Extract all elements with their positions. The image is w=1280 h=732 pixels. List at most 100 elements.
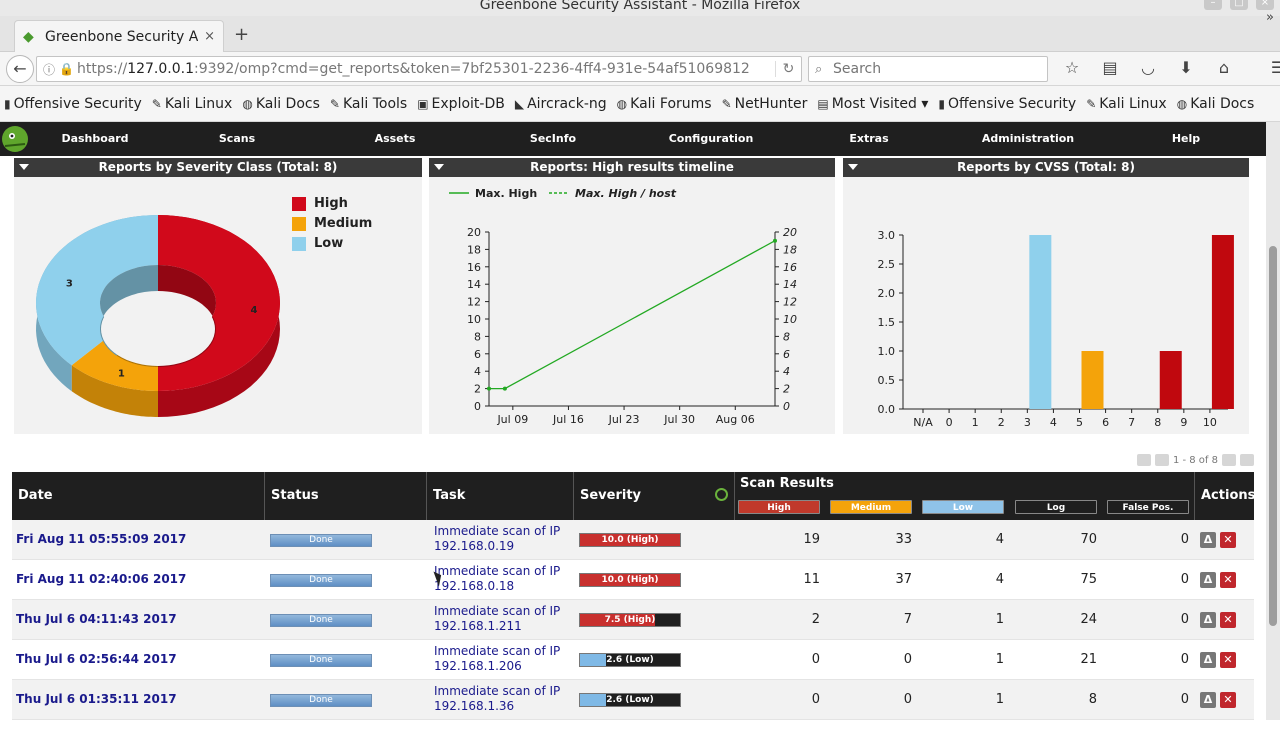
search-bar[interactable]: ⌕ <box>808 56 1048 82</box>
x-tick-label: 0 <box>946 416 953 429</box>
page-scrollbar[interactable] <box>1266 122 1280 720</box>
maximize-icon[interactable]: □ <box>1230 0 1248 10</box>
bookmarks-overflow-icon[interactable]: » <box>1266 10 1274 25</box>
reading-list-icon[interactable]: ▤ <box>1098 58 1122 77</box>
refresh-icon[interactable] <box>715 488 728 501</box>
status-bar: Done <box>270 574 372 587</box>
y-tick-label: 1.5 <box>878 316 896 329</box>
task-link[interactable]: Immediate scan of IP 192.168.1.206 <box>434 644 560 674</box>
collapse-triangle-icon[interactable] <box>19 164 29 170</box>
delete-icon[interactable]: ✕ <box>1220 572 1236 588</box>
delta-icon[interactable]: Δ <box>1200 612 1216 628</box>
y-tick-label: 2.5 <box>878 258 896 271</box>
delete-icon[interactable]: ✕ <box>1220 532 1236 548</box>
bookmark-item[interactable]: ▣ Exploit-DB <box>417 96 505 112</box>
y-tick-label-right: 20 <box>783 226 797 239</box>
scan-result-col-medium[interactable]: Medium <box>830 500 912 514</box>
collapse-triangle-icon[interactable] <box>848 164 858 170</box>
task-link[interactable]: Immediate scan of IP 192.168.0.18 <box>434 564 560 594</box>
column-severity[interactable]: Severity <box>574 472 735 520</box>
bar-cvss-5[interactable] <box>1081 351 1104 409</box>
delta-icon[interactable]: Δ <box>1200 572 1216 588</box>
bar-cvss-3[interactable] <box>1029 235 1052 409</box>
menu-item-administration[interactable]: Administration <box>968 132 1088 145</box>
scan-result-col-high[interactable]: High <box>738 500 820 514</box>
menu-item-help[interactable]: Help <box>1126 132 1246 145</box>
bookmark-item[interactable]: ▮ Offensive Security <box>4 96 142 112</box>
bookmark-item[interactable]: ✎ Kali Linux <box>152 96 233 112</box>
scan-result-col-log[interactable]: Log <box>1015 500 1097 514</box>
minimize-icon[interactable]: – <box>1204 0 1222 10</box>
bookmark-item[interactable]: ▤ Most Visited ▾ <box>817 96 928 112</box>
bookmark-item[interactable]: ✎ Kali Linux <box>1086 96 1167 112</box>
greenbone-favicon-icon: ◆ <box>23 28 34 45</box>
scrollbar-thumb[interactable] <box>1269 246 1277 626</box>
bookmark-label: NetHunter <box>734 95 808 112</box>
timeline-panel: Reports: High results timeline Max. High… <box>429 158 835 434</box>
info-icon[interactable]: ⓘ <box>43 61 59 78</box>
tab-close-icon[interactable]: × <box>204 29 215 44</box>
back-arrow-icon[interactable]: ← <box>6 55 34 83</box>
scan-result-col-false-pos-[interactable]: False Pos. <box>1107 500 1189 514</box>
menu-item-secinfo[interactable]: SecInfo <box>493 132 613 145</box>
y-tick-label: 2.0 <box>878 287 896 300</box>
bookmark-label: Offensive Security <box>948 95 1077 112</box>
bookmark-item[interactable]: ◍ Kali Forums <box>617 96 712 112</box>
bookmark-item[interactable]: ▮ Offensive Security <box>938 96 1076 112</box>
column-task[interactable]: Task <box>427 472 574 520</box>
column-status[interactable]: Status <box>265 472 427 520</box>
bookmark-label: Most Visited ▾ <box>831 95 929 112</box>
task-link[interactable]: Immediate scan of IP 192.168.1.211 <box>434 604 560 634</box>
menu-item-extras[interactable]: Extras <box>809 132 929 145</box>
url-bar[interactable]: ⓘ 🔒 https://127.0.0.1:9392/omp?cmd=get_r… <box>36 56 802 82</box>
menu-item-assets[interactable]: Assets <box>335 132 455 145</box>
previous-page-icon[interactable] <box>1154 454 1169 466</box>
menu-hamburger-icon[interactable]: ☰ <box>1266 58 1280 77</box>
last-page-icon[interactable] <box>1240 454 1254 466</box>
lock-icon[interactable]: 🔒 <box>59 62 77 76</box>
reload-icon[interactable]: ↻ <box>775 61 801 77</box>
bar-cvss-10[interactable] <box>1211 235 1234 409</box>
home-icon[interactable]: ⌂ <box>1212 58 1236 77</box>
delta-icon[interactable]: Δ <box>1200 692 1216 708</box>
delete-icon[interactable]: ✕ <box>1220 652 1236 668</box>
report-date-link[interactable]: Thu Jul 6 01:35:11 2017 <box>16 692 177 732</box>
menu-item-configuration[interactable]: Configuration <box>651 132 771 145</box>
collapse-triangle-icon[interactable] <box>434 164 444 170</box>
bookmark-star-icon[interactable]: ☆ <box>1060 58 1084 77</box>
task-link[interactable]: Immediate scan of IP 192.168.0.19 <box>434 524 560 554</box>
timeline-title: Reports: High results timeline <box>530 160 734 174</box>
scan-result-col-low[interactable]: Low <box>922 500 1004 514</box>
new-tab-icon[interactable]: + <box>234 24 249 45</box>
delete-icon[interactable]: ✕ <box>1220 692 1236 708</box>
delta-icon[interactable]: Δ <box>1200 532 1216 548</box>
delete-icon[interactable]: ✕ <box>1220 612 1236 628</box>
pocket-icon[interactable]: ◡ <box>1136 58 1160 77</box>
y-tick-label-right: 6 <box>783 348 790 361</box>
kali-docs-icon: ◍ <box>242 96 253 111</box>
browser-tab[interactable]: ◆ Greenbone Security A... × <box>14 20 224 52</box>
task-link[interactable]: Immediate scan of IP 192.168.1.36 <box>434 684 560 714</box>
close-window-icon[interactable]: × <box>1256 0 1274 10</box>
downloads-icon[interactable]: ⬇ <box>1174 58 1198 77</box>
bookmark-item[interactable]: ✎ Kali Tools <box>330 96 407 112</box>
menu-item-scans[interactable]: Scans <box>177 132 297 145</box>
bar-cvss-8[interactable] <box>1159 351 1182 409</box>
legend-swatch <box>292 216 306 231</box>
next-page-icon[interactable] <box>1222 454 1236 466</box>
bookmark-item[interactable]: ✎ NetHunter <box>722 96 808 112</box>
bookmark-item[interactable]: ◍ Kali Docs <box>1177 96 1255 112</box>
delta-icon[interactable]: Δ <box>1200 652 1216 668</box>
bookmark-item[interactable]: ◣ Aircrack-ng <box>515 96 607 112</box>
url-text[interactable]: https://127.0.0.1:9392/omp?cmd=get_repor… <box>77 61 775 77</box>
series-point[interactable] <box>773 238 777 243</box>
series-point[interactable] <box>502 386 507 391</box>
greenbone-logo-icon[interactable] <box>0 122 34 156</box>
menu-item-dashboard[interactable]: Dashboard <box>35 132 155 145</box>
severity-fill <box>580 654 606 666</box>
bookmark-item[interactable]: ◍ Kali Docs <box>242 96 320 112</box>
first-page-icon[interactable] <box>1136 454 1151 466</box>
column-date[interactable]: Date <box>12 472 265 520</box>
search-input[interactable] <box>833 61 1033 77</box>
series-point[interactable] <box>487 386 491 391</box>
